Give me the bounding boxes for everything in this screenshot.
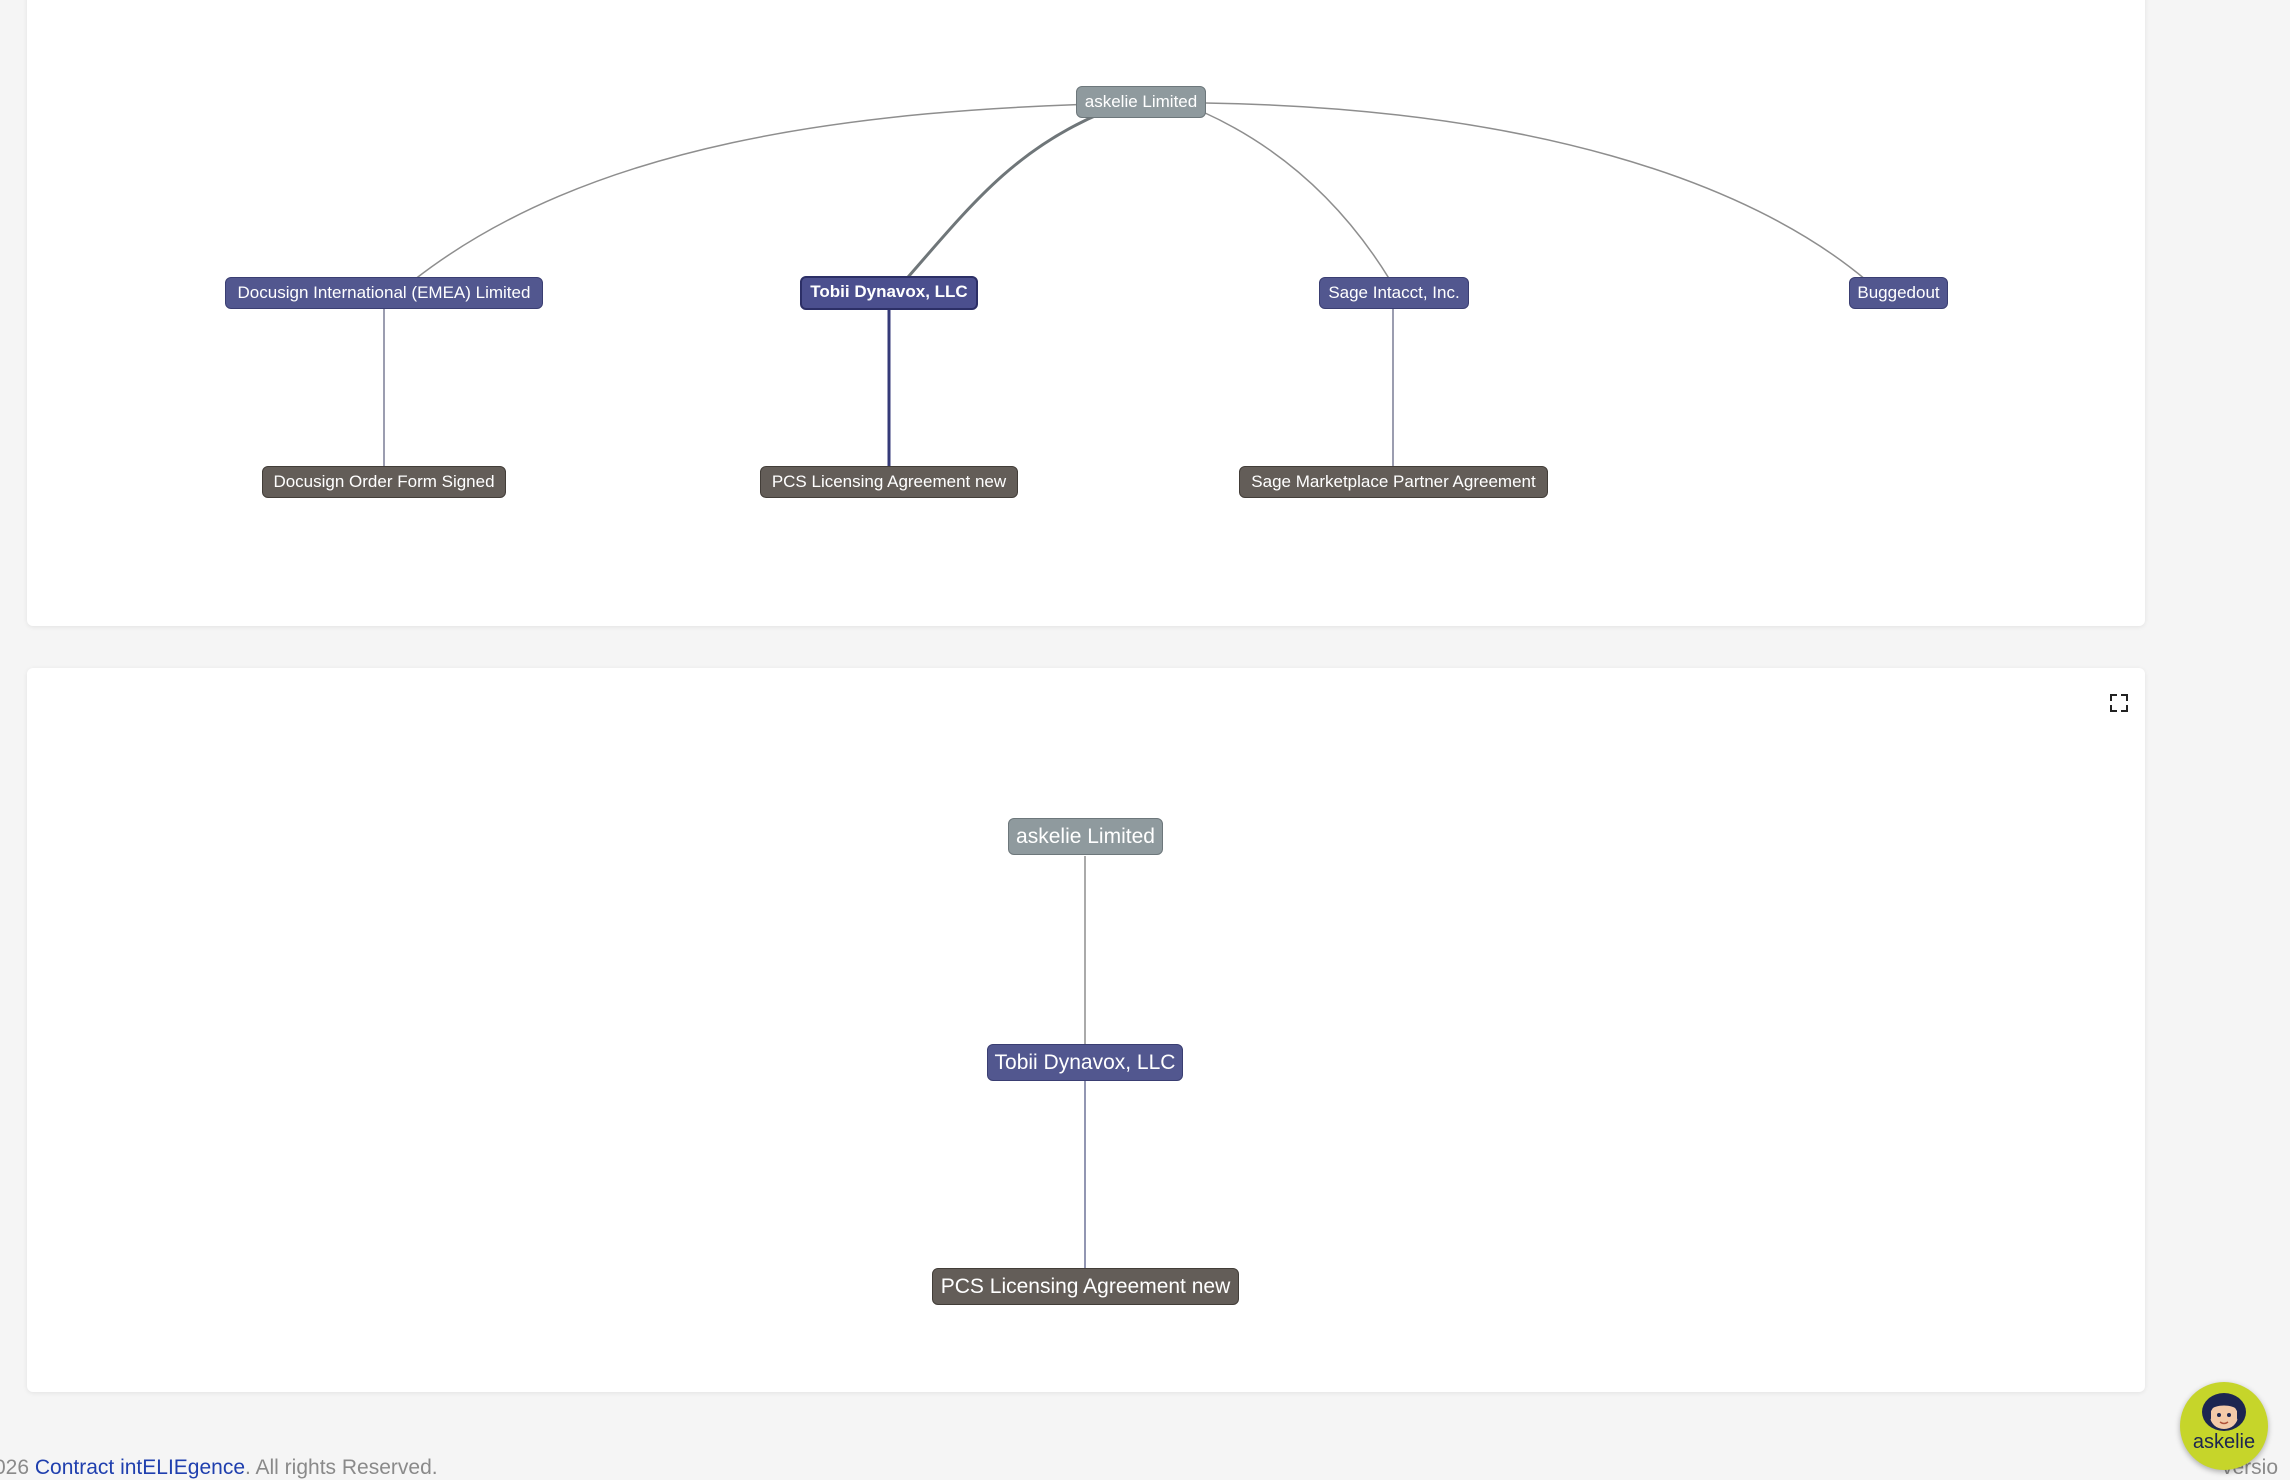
node-contract-pcs-licensing[interactable]: PCS Licensing Agreement new	[760, 466, 1018, 498]
assistant-avatar-icon	[2202, 1393, 2246, 1431]
assistant-label: askelie	[2192, 1431, 2256, 1453]
footer-rights: . All rights Reserved.	[245, 1456, 438, 1479]
edge-root-tobii	[900, 110, 1105, 285]
relationship-graph-panel: askelie Limited Docusign International (…	[27, 0, 2145, 626]
fullscreen-icon[interactable]	[2110, 694, 2128, 712]
node-contract-docusign-order-form[interactable]: Docusign Order Form Signed	[262, 466, 506, 498]
node-company-buggedout[interactable]: Buggedout	[1849, 277, 1948, 309]
node-contract-pcs-licensing[interactable]: PCS Licensing Agreement new	[932, 1268, 1239, 1305]
edge-root-sage	[1202, 111, 1391, 281]
node-company-tobii[interactable]: Tobii Dynavox, LLC	[987, 1044, 1183, 1081]
node-root-company[interactable]: askelie Limited	[1008, 818, 1163, 855]
assistant-button[interactable]: askelie	[2180, 1382, 2268, 1470]
node-company-tobii-selected[interactable]: Tobii Dynavox, LLC	[800, 276, 978, 310]
selected-path-graph-panel: askelie Limited Tobii Dynavox, LLC PCS L…	[27, 668, 2145, 1392]
node-contract-sage-marketplace[interactable]: Sage Marketplace Partner Agreement	[1239, 466, 1548, 498]
footer-company-link[interactable]: Contract intELIEgence	[35, 1456, 245, 1479]
node-company-docusign[interactable]: Docusign International (EMEA) Limited	[225, 277, 543, 309]
footer-copyright: 026 Contract intELIEgence. All rights Re…	[0, 1456, 438, 1480]
node-company-sage[interactable]: Sage Intacct, Inc.	[1319, 277, 1469, 309]
node-root-company[interactable]: askelie Limited	[1076, 86, 1206, 118]
edge-root-docusign	[413, 102, 1142, 281]
footer-year-fragment: 026	[0, 1456, 30, 1479]
edge-root-buggedout	[1204, 102, 1867, 281]
